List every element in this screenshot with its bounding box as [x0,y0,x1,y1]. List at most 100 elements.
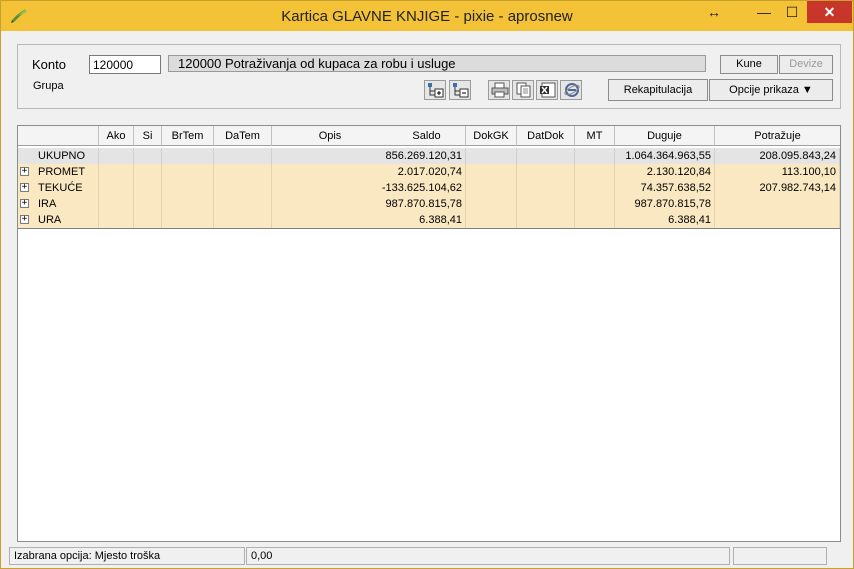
ledger-grid[interactable]: Ako Si BrTem DaTem Opis Saldo DokGK DatD… [17,125,841,542]
row-empty-cell [575,180,615,196]
minimize-button[interactable]: — [751,1,777,23]
title-bar[interactable]: Kartica GLAVNE KNJIGE - pixie - aprosnew… [1,1,853,31]
row-duguje-cell: 2.130.120,84 [615,164,715,180]
row-label: PROMET [38,166,86,178]
row-empty-cell [517,180,575,196]
row-potrazuje-cell: 207.982.743,14 [715,180,840,196]
konto-label: Konto [32,57,66,72]
internet-explorer-icon [564,83,580,97]
header-dokgk[interactable]: DokGK [466,126,517,146]
row-empty-cell [466,164,517,180]
row-empty-cell [162,148,214,164]
row-empty-cell [517,196,575,212]
grid-bottom-line [18,228,840,229]
expand-icon[interactable]: + [20,215,29,224]
row-empty-cell [517,148,575,164]
row-empty-cell [99,148,134,164]
row-empty-cell [134,164,162,180]
main-window: Kartica GLAVNE KNJIGE - pixie - aprosnew… [0,0,854,569]
header-cell-blank [18,126,99,146]
row-empty-cell [99,196,134,212]
print-button[interactable] [488,80,510,100]
row-empty-cell [575,148,615,164]
header-datem[interactable]: DaTem [214,126,272,146]
row-label: TEKUĆE [38,182,83,194]
konto-input[interactable] [89,55,161,74]
browser-export-button[interactable] [560,80,582,100]
row-empty-cell [134,180,162,196]
row-empty-cell [99,212,134,228]
row-name-cell: + URA [18,212,99,228]
devize-button[interactable]: Devize [779,55,833,74]
row-empty-cell [99,180,134,196]
kune-button[interactable]: Kune [720,55,778,74]
row-empty-cell [162,212,214,228]
status-panel-empty [733,547,827,565]
copy-button[interactable] [512,80,534,100]
header-brtem[interactable]: BrTem [162,126,214,146]
status-option: Izabrana opcija: Mjesto troška [9,547,245,565]
rekapitulacija-button[interactable]: Rekapitulacija [608,79,708,101]
row-duguje-cell: 987.870.815,78 [615,196,715,212]
table-row[interactable]: UKUPNO 856.269.120,31 1.064.364.963,55 208.… [18,148,840,164]
row-saldo-cell: -133.625.104,62 [272,180,466,196]
header-si[interactable]: Si [134,126,162,146]
expand-icon[interactable]: + [20,199,29,208]
row-potrazuje-cell: 113.100,10 [715,164,840,180]
row-empty-cell [214,180,272,196]
header-mt[interactable]: MT [575,126,615,146]
row-saldo-cell: 6.388,41 [272,212,466,228]
header-saldo[interactable]: Saldo [388,126,466,146]
row-label: URA [38,214,62,226]
close-button[interactable]: ✕ [807,1,852,23]
row-empty-cell [466,212,517,228]
expand-icon[interactable]: + [20,167,29,176]
table-row[interactable]: + PROMET 2.017.020,74 2.130.120,84 113.100,1… [18,164,840,180]
row-empty-cell [162,196,214,212]
table-row[interactable]: + IRA 987.870.815,78 987.870.815,78 [18,196,840,212]
row-empty-cell [466,196,517,212]
header-datdok[interactable]: DatDok [517,126,575,146]
row-label: UKUPNO [38,150,86,162]
filter-panel: Konto 120000 Potraživanja od kupaca za r… [17,44,841,109]
row-name-cell: + TEKUĆE [18,180,99,196]
expand-icon[interactable]: + [20,183,29,192]
row-potrazuje-cell [715,212,840,228]
row-empty-cell [134,196,162,212]
printer-icon [491,82,509,98]
row-duguje-cell: 74.357.638,52 [615,180,715,196]
row-empty-cell [214,212,272,228]
header-opis[interactable]: Opis [272,126,388,146]
excel-export-button[interactable] [536,80,558,100]
header-duguje[interactable]: Duguje [615,126,715,146]
row-duguje-cell: 6.388,41 [615,212,715,228]
expand-tree-button[interactable] [424,80,446,100]
row-potrazuje-cell: 208.095.843,24 [715,148,840,164]
row-empty-cell [134,212,162,228]
status-value: 0,00 [246,547,730,565]
row-saldo-cell: 987.870.815,78 [272,196,466,212]
row-empty-cell [214,164,272,180]
row-empty-cell [517,212,575,228]
maximize-button[interactable]: ☐ [779,1,805,23]
row-empty-cell [575,196,615,212]
table-row[interactable]: + URA 6.388,41 6.388,41 [18,212,840,228]
konto-description: 120000 Potraživanja od kupaca za robu i … [168,55,706,72]
row-name-cell: + PROMET [18,164,99,180]
table-row[interactable]: + TEKUĆE -133.625.104,62 74.357.638,52 207.9… [18,180,840,196]
row-empty-cell [162,180,214,196]
row-potrazuje-cell [715,196,840,212]
resize-icon[interactable]: ↔ [701,1,727,23]
row-empty-cell [517,164,575,180]
opcije-prikaza-button[interactable]: Opcije prikaza ▼ [709,79,833,101]
resize-grip-icon[interactable] [829,547,847,565]
row-empty-cell [214,148,272,164]
row-empty-cell [575,212,615,228]
status-bar: Izabrana opcija: Mjesto troška 0,00 [9,547,847,565]
header-potrazuje[interactable]: Potražuje [715,126,840,146]
collapse-tree-button[interactable] [449,80,471,100]
grupa-label: Grupa [33,80,64,92]
row-label: IRA [38,198,57,210]
row-empty-cell [134,148,162,164]
header-ako[interactable]: Ako [99,126,134,146]
